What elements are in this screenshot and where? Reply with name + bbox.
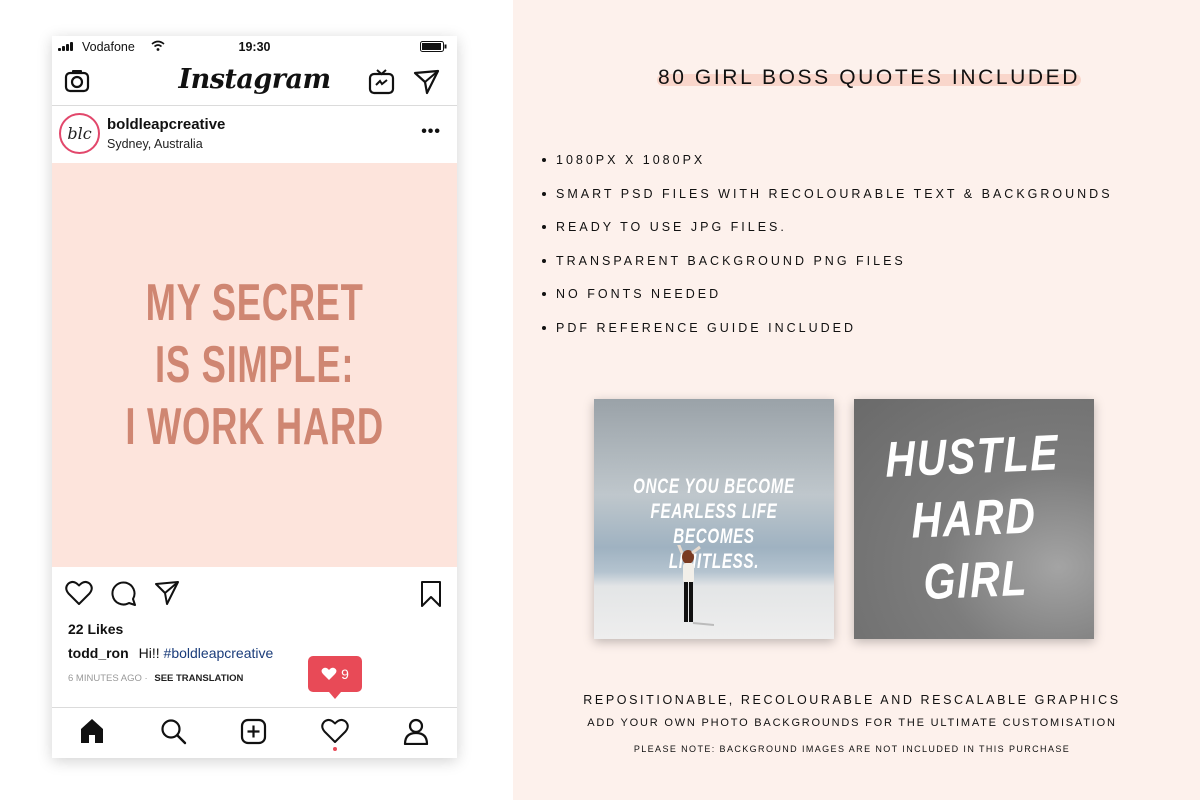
post-meta: 6 MINUTES AGO · SEE TRANSLATION (68, 673, 244, 684)
preview-image-hustle: HUSTLE HARD GIRL (854, 399, 1094, 639)
bullet-dot (542, 191, 546, 196)
headline-text: 80 GIRL BOSS QUOTES INCLUDED (657, 66, 1081, 89)
comment-username[interactable]: todd_ron (68, 645, 129, 661)
bottom-tab-bar (52, 707, 457, 758)
feature-text: 1080PX X 1080PX (556, 153, 706, 167)
feature-list: 1080PX X 1080PX SMART PSD FILES WITH REC… (540, 150, 1140, 352)
instagram-header: Instagram (52, 58, 457, 106)
likes-count[interactable]: 22 Likes (68, 621, 123, 637)
feature-item: PDF REFERENCE GUIDE INCLUDED (540, 318, 1140, 352)
activity-icon[interactable] (321, 718, 349, 744)
feature-text: READY TO USE JPG FILES. (556, 220, 787, 235)
feature-item: TRANSPARENT BACKGROUND PNG FILES (540, 251, 1140, 285)
feature-text: SMART PSD FILES WITH RECOLOURABLE TEXT &… (556, 186, 1113, 201)
avatar[interactable]: blc (59, 113, 100, 154)
share-icon[interactable] (154, 580, 180, 606)
preview-quote: ONCE YOU BECOME FEARLESS LIFE BECOMES LI… (633, 475, 795, 573)
feature-text: TRANSPARENT BACKGROUND PNG FILES (556, 253, 906, 268)
feature-item: SMART PSD FILES WITH RECOLOURABLE TEXT &… (540, 184, 1140, 218)
comment-text: Hi!! (138, 645, 160, 661)
bullet-dot (542, 158, 546, 162)
feature-text: NO FONTS NEEDED (556, 287, 722, 302)
post-image[interactable]: MY SECRET IS SIMPLE: I WORK HARD (52, 163, 457, 567)
direct-message-icon[interactable] (413, 68, 440, 95)
hustle-line: HUSTLE (884, 424, 1060, 488)
hustle-line: GIRL (922, 549, 1029, 611)
more-options-icon[interactable]: ••• (421, 123, 441, 141)
post-quote: MY SECRET IS SIMPLE: I WORK HARD (125, 272, 383, 458)
footer-line-1: REPOSITIONABLE, RECOLOURABLE AND RESCALA… (583, 693, 1121, 707)
like-notification-badge[interactable]: 9 (308, 656, 362, 699)
feature-item: NO FONTS NEEDED (540, 284, 1140, 318)
bullet-dot (542, 292, 546, 297)
profile-icon[interactable] (403, 718, 429, 745)
status-time: 19:30 (238, 40, 271, 54)
feature-item: READY TO USE JPG FILES. (540, 217, 1140, 251)
search-icon[interactable] (160, 718, 187, 745)
quote-line: IS SIMPLE: (154, 336, 355, 394)
comment-icon[interactable] (110, 580, 137, 607)
notification-heart-icon (321, 667, 337, 680)
activity-indicator-dot (333, 747, 337, 751)
post-location[interactable]: Sydney, Australia (107, 137, 203, 151)
woman-figure (677, 545, 714, 626)
post-time-ago: 6 MINUTES AGO (68, 673, 142, 684)
add-post-icon[interactable] (240, 718, 267, 745)
post-username[interactable]: boldleapcreative (107, 116, 225, 133)
preview-hustle-text: HUSTLE HARD GIRL (873, 421, 1075, 615)
preview-image-fearless: ONCE YOU BECOME FEARLESS LIFE BECOMES LI… (594, 399, 834, 639)
hustle-line: HARD (910, 487, 1038, 549)
post-actions (52, 571, 457, 615)
comment-hashtag[interactable]: #boldleapcreative (164, 645, 274, 661)
bullet-dot (542, 258, 546, 263)
battery-icon (420, 41, 447, 52)
avatar-initials: blc (67, 124, 92, 143)
bullet-dot (542, 325, 546, 330)
quote-line: MY SECRET (145, 274, 364, 332)
status-bar: Vodafone 19:30 (52, 36, 457, 58)
bookmark-icon[interactable] (420, 580, 442, 608)
post-header: blc boldleapcreative Sydney, Australia •… (52, 107, 457, 163)
feature-text: PDF REFERENCE GUIDE INCLUDED (556, 320, 856, 335)
notification-count: 9 (341, 666, 349, 682)
post-comment: todd_ron Hi!! #boldleapcreative (68, 645, 273, 661)
feature-item: 1080PX X 1080PX (540, 150, 1140, 184)
instagram-logo: Instagram (178, 64, 331, 95)
home-icon[interactable] (80, 718, 104, 744)
phone-mockup: Vodafone 19:30 Instagram blc boldleapcre… (52, 36, 457, 758)
like-heart-icon[interactable] (65, 580, 93, 606)
footer-line-3: PLEASE NOTE: BACKGROUND IMAGES ARE NOT I… (633, 744, 1071, 754)
igtv-icon[interactable] (368, 68, 395, 95)
footer-line-2: ADD YOUR OWN PHOTO BACKGROUNDS FOR THE U… (587, 717, 1117, 729)
see-translation-link[interactable]: SEE TRANSLATION (154, 673, 243, 684)
promo-headline: 80 GIRL BOSS QUOTES INCLUDED (657, 64, 1081, 94)
bullet-dot (542, 225, 546, 230)
quote-line: I WORK HARD (125, 398, 384, 456)
